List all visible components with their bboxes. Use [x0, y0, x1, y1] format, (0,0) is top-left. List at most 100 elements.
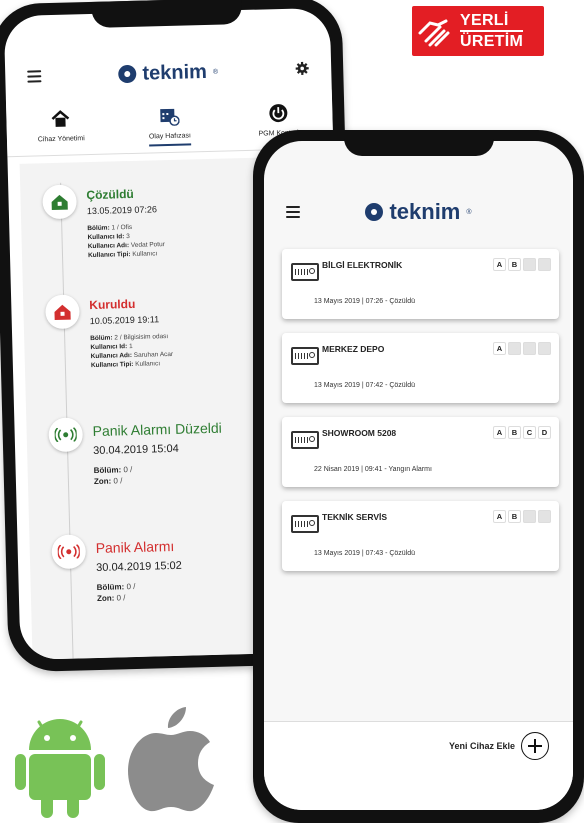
- zone-a: A: [493, 258, 506, 271]
- brand-mark: ®: [212, 68, 219, 76]
- tab-label: Cihaz Yönetimi: [37, 135, 85, 144]
- menu-icon[interactable]: [286, 206, 300, 218]
- event-title: Çözüldü: [86, 186, 134, 203]
- detail-key: Zon:: [96, 593, 115, 604]
- device-card[interactable]: TEKNİK SERVİS A B C D 13 Mayıs 2019 | 07…: [282, 501, 559, 571]
- app-header: teknim ®: [5, 54, 332, 93]
- phone-notch: [91, 0, 243, 28]
- device-list: BİLGİ ELEKTRONİK A B C D 13 Mayıs 2019 |…: [282, 249, 559, 585]
- event-title: Kuruldu: [89, 296, 136, 313]
- brand-mark: ®: [466, 208, 472, 216]
- zone-indicators: A B C D: [493, 258, 551, 271]
- brand-name: teknim: [142, 60, 208, 85]
- bottom-bar: Yeni Cihaz Ekle: [264, 721, 573, 810]
- power-icon: [267, 102, 290, 125]
- zone-c: C: [523, 426, 536, 439]
- plus-circle-icon[interactable]: [521, 732, 549, 760]
- unlocked-home-icon: [42, 184, 78, 220]
- zone-b: B: [508, 426, 521, 439]
- add-device-label: Yeni Cihaz Ekle: [448, 741, 515, 751]
- brand-name: teknim: [389, 199, 461, 224]
- device-card[interactable]: MERKEZ DEPO A B C D 13 Mayıs 2019 | 07:4…: [282, 333, 559, 403]
- detail-key: Kullanıcı Id:: [87, 233, 125, 242]
- calendar-clock-icon: [158, 105, 181, 128]
- event-details: Bölüm: 0 / Zon: 0 /: [97, 581, 136, 604]
- signal-icon: [48, 417, 84, 453]
- detail-value: 2 / Bilgisisim odası: [114, 333, 169, 342]
- detail-key: Bölüm:: [87, 224, 110, 233]
- zone-d: D: [538, 258, 551, 271]
- detail-key: Bölüm:: [90, 334, 113, 343]
- device-status: 13 Mayıs 2019 | 07:42 - Çözüldü: [314, 382, 416, 389]
- zone-d: D: [538, 426, 551, 439]
- detail-value: Kullanıcı: [132, 250, 158, 258]
- detail-key: Kullanıcı Tipi:: [90, 360, 134, 370]
- event-title: Panik Alarmı: [95, 537, 175, 557]
- device-name: SHOWROOM 5208: [322, 428, 397, 438]
- zone-b: B: [508, 258, 521, 271]
- teknim-pin-icon: [365, 203, 384, 221]
- detail-key: Bölüm:: [93, 465, 122, 476]
- badge-line1: YERLİ: [460, 11, 509, 29]
- detail-key: Kullanıcı Adı:: [90, 352, 133, 361]
- device-card[interactable]: BİLGİ ELEKTRONİK A B C D 13 Mayıs 2019 |…: [282, 249, 559, 319]
- device-status: 13 Mayıs 2019 | 07:43 - Çözüldü: [314, 550, 416, 557]
- add-device-button[interactable]: Yeni Cihaz Ekle: [449, 732, 549, 760]
- handshake-icon: [412, 6, 460, 56]
- detail-value: 0 /: [123, 465, 133, 475]
- device-name: TEKNİK SERVİS: [322, 512, 388, 522]
- zone-a: A: [493, 510, 506, 523]
- zone-c: C: [523, 258, 536, 271]
- home-icon: [49, 108, 72, 131]
- teknim-pin-icon: [118, 64, 137, 84]
- zone-indicators: A B C D: [493, 342, 551, 355]
- alarm-panel-icon: [291, 263, 319, 281]
- zone-c: C: [523, 510, 536, 523]
- yerli-uretim-badge: YERLİ ÜRETİM: [412, 6, 544, 56]
- detail-value: Vedat Potur: [130, 241, 165, 249]
- detail-value: 3: [126, 233, 130, 241]
- event-date: 10.05.2019 19:11: [89, 314, 160, 327]
- alarm-panel-icon: [291, 347, 319, 365]
- event-title: Panik Alarmı Düzeldi: [92, 419, 222, 440]
- zone-a: A: [493, 342, 506, 355]
- detail-key: Zon:: [93, 476, 112, 487]
- zone-indicators: A B C D: [493, 426, 551, 439]
- locked-home-icon: [45, 294, 80, 330]
- menu-icon[interactable]: [27, 70, 42, 83]
- detail-value: 0 /: [126, 581, 136, 592]
- detail-value: Saruhan Acar: [133, 350, 174, 359]
- event-date: 30.04.2019 15:02: [96, 559, 182, 575]
- tab-label: Olay Hafızası: [148, 132, 192, 147]
- front-phone-screen: teknim ® BİLGİ ELEKTRONİK A B C D 13 Mayı…: [264, 141, 573, 810]
- brand-logo: teknim ®: [118, 60, 218, 86]
- zone-d: D: [538, 342, 551, 355]
- event-details: Bölüm: 0 / Zon: 0 /: [94, 464, 133, 487]
- event-details: Bölüm: 2 / Bilgisisim odası Kullanıcı Id…: [90, 332, 173, 370]
- zone-a: A: [493, 426, 506, 439]
- device-card[interactable]: SHOWROOM 5208 A B C D 22 Nisan 2019 | 09…: [282, 417, 559, 487]
- zone-b: B: [508, 510, 521, 523]
- detail-value: 1: [128, 342, 133, 351]
- badge-line2: ÜRETİM: [460, 29, 524, 51]
- detail-value: 1 / Ofis: [111, 223, 133, 232]
- device-status: 22 Nisan 2019 | 09:41 - Yangın Alarmı: [314, 466, 432, 473]
- zone-c: C: [523, 342, 536, 355]
- signal-icon: [51, 534, 87, 570]
- device-status: 13 Mayıs 2019 | 07:26 - Çözüldü: [314, 298, 416, 305]
- alarm-panel-icon: [291, 515, 319, 533]
- detail-key: Kullanıcı Tipi:: [87, 251, 131, 260]
- brand-logo: teknim ®: [365, 199, 472, 225]
- detail-value: 0 /: [113, 476, 123, 486]
- phone-notch: [343, 130, 494, 156]
- detail-value: 0 /: [116, 593, 126, 603]
- alarm-panel-icon: [291, 431, 319, 449]
- tab-cihaz-yonetimi[interactable]: Cihaz Yönetimi: [6, 95, 116, 156]
- gear-icon[interactable]: [295, 61, 309, 75]
- event-date: 13.05.2019 07:26: [86, 204, 158, 217]
- detail-key: Bölüm:: [96, 582, 125, 593]
- event-date: 30.04.2019 15:04: [92, 442, 179, 458]
- tab-olay-hafizasi[interactable]: Olay Hafızası: [115, 93, 225, 154]
- detail-key: Kullanıcı Id:: [90, 343, 128, 352]
- zone-b: B: [508, 342, 521, 355]
